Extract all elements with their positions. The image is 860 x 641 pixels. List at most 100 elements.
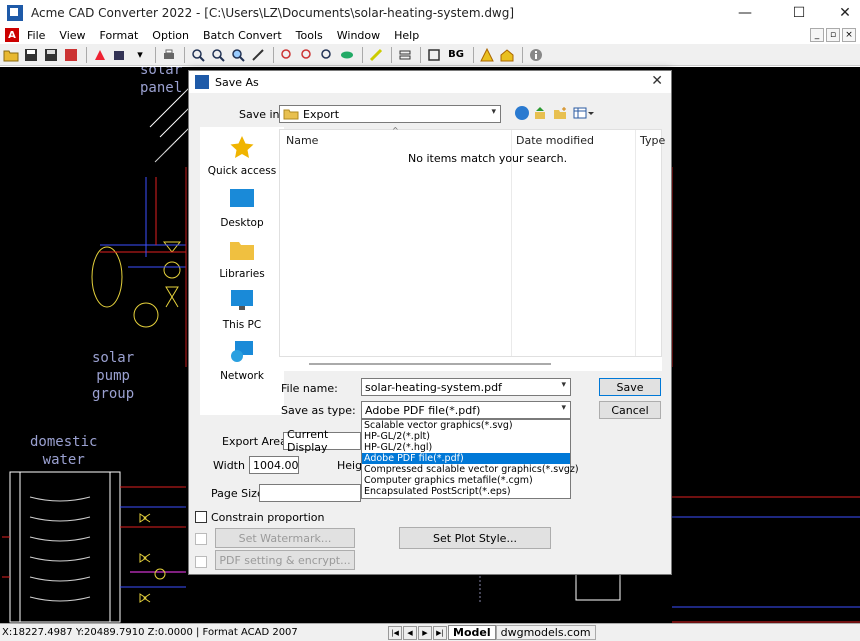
view-menu-icon[interactable] [573, 106, 595, 120]
bg-button[interactable]: BG [445, 46, 467, 64]
cad-label-domestic-water: domestic water [30, 434, 98, 468]
type-option-pdf[interactable]: Adobe PDF file(*.pdf) [362, 453, 570, 464]
column-type[interactable]: Type [640, 134, 665, 147]
new-folder-icon[interactable] [553, 106, 567, 120]
watermark-checkbox[interactable] [195, 533, 207, 545]
menu-window[interactable]: Window [337, 29, 380, 42]
places-bar: Quick access Desktop Libraries This PC N… [200, 127, 284, 415]
type-option-plt[interactable]: HP-GL/2(*.plt) [362, 431, 570, 442]
width-input[interactable]: 1004.00 [249, 456, 299, 474]
desktop-icon [230, 189, 254, 207]
chevron-down-icon[interactable]: ▾ [561, 380, 566, 390]
dropdown-arrow-icon[interactable]: ▾ [131, 46, 149, 64]
file-name-label: File name: [281, 382, 338, 395]
type-option-eps[interactable]: Encapsulated PostScript(*.eps) [362, 486, 570, 497]
type-option-svgz[interactable]: Compressed scalable vector graphics(*.sv… [362, 464, 579, 475]
warning-icon[interactable] [478, 46, 496, 64]
cancel-button[interactable]: Cancel [599, 401, 661, 419]
star-icon [230, 136, 254, 158]
toolbar-divider [420, 46, 421, 63]
menu-format[interactable]: Format [100, 29, 139, 42]
set-watermark-button[interactable]: Set Watermark... [215, 528, 355, 548]
save-icon[interactable] [22, 46, 40, 64]
pan-icon[interactable] [249, 46, 267, 64]
tab-dwgmodels[interactable]: dwgmodels.com [495, 625, 596, 640]
scrollbar-thumb[interactable] [309, 363, 551, 365]
dialog-title-bar: Save As ✕ [189, 71, 671, 93]
layers-icon[interactable] [396, 46, 414, 64]
constrain-checkbox[interactable] [195, 511, 207, 523]
save-type-select[interactable]: Adobe PDF file(*.pdf) ▾ [361, 401, 571, 419]
zoom-extents-icon[interactable] [278, 46, 296, 64]
page-size-select[interactable] [259, 484, 361, 502]
menu-option[interactable]: Option [152, 29, 189, 42]
save-button[interactable]: Save [599, 378, 661, 396]
file-name-input[interactable]: solar-heating-system.pdf ▾ [361, 378, 571, 396]
export-area-select[interactable]: Current Display [283, 428, 361, 454]
column-date-modified[interactable]: Date modified [516, 134, 594, 147]
mdi-close-button[interactable]: × [842, 28, 856, 42]
pdf-setting-checkbox[interactable] [195, 556, 207, 568]
back-icon[interactable] [515, 106, 529, 120]
next-tab-icon[interactable]: ▶ [418, 625, 432, 640]
cad-label-solar-panel: solar panel [140, 67, 183, 96]
maximize-button[interactable]: ☐ [776, 0, 822, 26]
save-type-dropdown[interactable]: Scalable vector graphics(*.svg) HP-GL/2(… [361, 419, 579, 499]
export-icon[interactable] [62, 46, 80, 64]
up-folder-icon[interactable] [533, 106, 547, 120]
pdf-setting-button[interactable]: PDF setting & encrypt... [215, 550, 355, 570]
layer-icon[interactable] [111, 46, 129, 64]
zoom-all-icon[interactable] [318, 46, 336, 64]
close-button[interactable]: ✕ [822, 0, 860, 26]
eye-icon[interactable] [338, 46, 356, 64]
batch-icon[interactable] [91, 46, 109, 64]
tab-model[interactable]: Model [448, 625, 496, 640]
dialog-close-button[interactable]: ✕ [651, 73, 663, 89]
type-option-hgl[interactable]: HP-GL/2(*.hgl) [362, 442, 570, 453]
zoom-previous-icon[interactable] [298, 46, 316, 64]
info-icon[interactable] [527, 46, 545, 64]
toolbar-divider [86, 46, 87, 63]
prev-tab-icon[interactable]: ◀ [403, 625, 417, 640]
zoom-window-icon[interactable] [229, 46, 247, 64]
menu-tools[interactable]: Tools [296, 29, 323, 42]
place-quick-access[interactable]: Quick access [200, 135, 284, 177]
menu-view[interactable]: View [59, 29, 85, 42]
toolbar-divider [391, 46, 392, 63]
export-area-value: Current Display [287, 428, 329, 454]
place-network[interactable]: Network [200, 340, 284, 382]
menu-batch-convert[interactable]: Batch Convert [203, 29, 282, 42]
column-name[interactable]: Name [286, 134, 318, 147]
first-tab-icon[interactable]: |◀ [388, 625, 402, 640]
document-menu-icon[interactable]: A [5, 28, 19, 42]
mdi-minimize-button[interactable]: _ [810, 28, 824, 42]
mdi-restore-button[interactable]: ▫ [826, 28, 840, 42]
set-plot-style-button[interactable]: Set Plot Style... [399, 527, 551, 549]
chevron-down-icon: ▾ [561, 403, 566, 413]
libraries-icon [230, 242, 254, 260]
menu-file[interactable]: File [27, 29, 45, 42]
type-option-svg[interactable]: Scalable vector graphics(*.svg) [362, 420, 570, 431]
app-icon [7, 5, 23, 21]
menu-help[interactable]: Help [394, 29, 419, 42]
place-libraries[interactable]: Libraries [200, 238, 284, 280]
zoom-in-icon[interactable] [189, 46, 207, 64]
measure-icon[interactable] [367, 46, 385, 64]
export-area-label: Export Area [222, 435, 287, 448]
print-icon[interactable] [160, 46, 178, 64]
save-all-icon[interactable] [42, 46, 60, 64]
frame-icon[interactable] [425, 46, 443, 64]
zoom-out-icon[interactable] [209, 46, 227, 64]
horizontal-scrollbar[interactable] [279, 357, 662, 371]
minimize-button[interactable]: — [722, 0, 768, 26]
type-option-cgm[interactable]: Computer graphics metafile(*.cgm) [362, 475, 570, 486]
home-icon[interactable] [498, 46, 516, 64]
save-in-combo[interactable]: Export ▾ [279, 105, 501, 123]
network-icon [231, 341, 253, 362]
cad-label-solar-pump-group: solar pump group [92, 350, 135, 402]
last-tab-icon[interactable]: ▶| [433, 625, 447, 640]
file-list[interactable]: Name ^ Date modified Type No items match… [279, 126, 665, 357]
place-desktop[interactable]: Desktop [200, 187, 284, 229]
open-icon[interactable] [2, 46, 20, 64]
place-this-pc[interactable]: This PC [200, 289, 284, 331]
